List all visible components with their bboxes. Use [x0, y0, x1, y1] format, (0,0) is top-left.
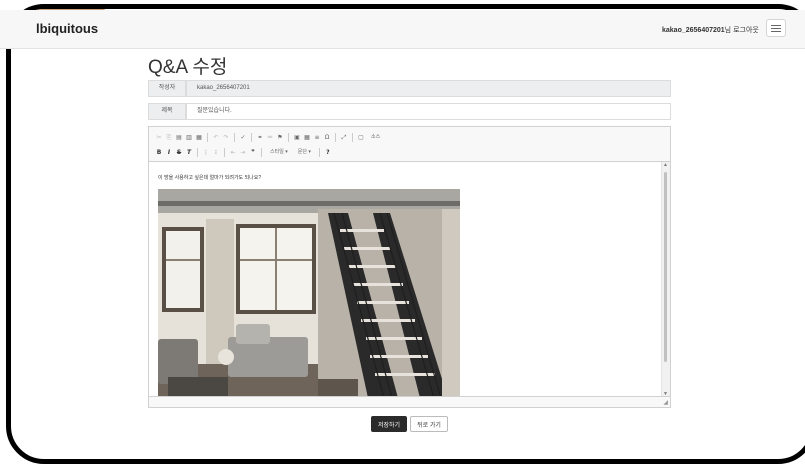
user-suffix: 님: [724, 27, 732, 34]
subject-row: 제목 질문있습니다.: [148, 103, 671, 120]
toolbar-separator: [197, 147, 198, 157]
style-dropdown[interactable]: 스타일 ▾: [266, 148, 292, 157]
toolbar-separator: [335, 132, 336, 142]
subject-input[interactable]: 질문있습니다.: [186, 103, 671, 120]
horizontal-line-icon[interactable]: ≡: [313, 133, 321, 142]
editor-toolbar: ✂ ⎘ ▤ ▥ ▦ ↶ ↷ ✓ ⚭ ⚮ ⚑ ▣ ▦ ≡ Ω ⤢ ▢ 소스 B I…: [149, 127, 670, 162]
numbered-list-icon[interactable]: ⋮: [202, 148, 210, 157]
spellcheck-icon[interactable]: ✓: [239, 133, 247, 142]
copy-icon[interactable]: ⎘: [165, 133, 173, 142]
bulleted-list-icon[interactable]: ⁝: [212, 148, 220, 157]
editor-status-bar: ◢: [149, 396, 670, 407]
hamburger-icon-line: [771, 28, 781, 29]
page-title: Q&A 수정: [148, 57, 228, 78]
author-label: 작성자: [148, 80, 186, 97]
rich-text-editor: ✂ ⎘ ▤ ▥ ▦ ↶ ↷ ✓ ⚭ ⚮ ⚑ ▣ ▦ ≡ Ω ⤢ ▢ 소스 B I…: [148, 126, 671, 408]
indent-icon[interactable]: ⇥: [239, 148, 247, 157]
remove-format-icon[interactable]: T: [185, 148, 193, 157]
logout-link[interactable]: 로그아웃: [733, 27, 759, 34]
toolbar-row-2: B I S T ⋮ ⁝ ⇤ ⇥ ❞ 스타일 ▾ 문단 ▾ ?: [155, 146, 332, 158]
outdent-icon[interactable]: ⇤: [229, 148, 237, 157]
editor-scrollbar[interactable]: ▲ ▼: [661, 162, 670, 397]
paste-word-icon[interactable]: ▦: [195, 133, 203, 142]
brand-logo[interactable]: lbiquitous: [36, 21, 98, 36]
source-icon[interactable]: ▢: [357, 133, 365, 142]
maximize-icon[interactable]: ⤢: [340, 133, 348, 142]
back-button[interactable]: 뒤로 가기: [410, 416, 448, 432]
paste-text-icon[interactable]: ▥: [185, 133, 193, 142]
toolbar-separator: [251, 132, 252, 142]
toolbar-separator: [318, 147, 320, 157]
loft-room-photo: [158, 189, 460, 398]
content-text: 이 방을 사용하고 싶은데 얼마가 되려가도 되나요?: [158, 175, 262, 181]
subject-label: 제목: [148, 103, 186, 120]
bold-icon[interactable]: B: [155, 148, 163, 157]
author-field: kakao_2656407201: [186, 80, 671, 97]
menu-toggle-button[interactable]: [766, 19, 786, 37]
toolbar-separator: [288, 132, 289, 142]
author-row: 작성자 kakao_2656407201: [148, 80, 671, 97]
italic-icon[interactable]: I: [165, 148, 173, 157]
chevron-down-icon: ▾: [285, 148, 288, 155]
source-button[interactable]: 소스: [367, 133, 384, 142]
toolbar-row-1: ✂ ⎘ ▤ ▥ ▦ ↶ ↷ ✓ ⚭ ⚮ ⚑ ▣ ▦ ≡ Ω ⤢ ▢ 소스: [155, 131, 384, 143]
user-info: kakao_2656407201님 로그아웃: [662, 25, 759, 35]
unlink-icon[interactable]: ⚮: [266, 133, 274, 142]
format-dropdown-label: 문단: [297, 148, 307, 155]
navbar: lbiquitous kakao_2656407201님 로그아웃: [0, 10, 805, 49]
redo-icon[interactable]: ↷: [222, 133, 230, 142]
paste-icon[interactable]: ▤: [175, 133, 183, 142]
editor-content[interactable]: 이 방을 사용하고 싶은데 얼마가 되려가도 되나요?: [149, 162, 663, 398]
resize-handle-icon[interactable]: ◢: [663, 399, 668, 406]
help-icon[interactable]: ?: [324, 148, 332, 157]
anchor-icon[interactable]: ⚑: [276, 133, 284, 142]
scrollbar-thumb[interactable]: [664, 172, 667, 362]
toolbar-separator: [261, 147, 262, 157]
table-icon[interactable]: ▦: [303, 133, 311, 142]
toolbar-separator: [207, 132, 208, 142]
scroll-up-icon[interactable]: ▲: [663, 162, 668, 168]
toolbar-separator: [234, 132, 235, 142]
save-button[interactable]: 저장하기: [371, 416, 407, 432]
username: kakao_2656407201: [662, 27, 725, 34]
style-dropdown-label: 스타일: [270, 148, 284, 155]
hamburger-icon-line: [771, 31, 781, 32]
blockquote-icon[interactable]: ❞: [249, 148, 257, 157]
cut-icon[interactable]: ✂: [155, 133, 163, 142]
image-icon[interactable]: ▣: [293, 133, 301, 142]
strikethrough-icon[interactable]: S: [175, 148, 183, 157]
format-dropdown[interactable]: 문단 ▾: [294, 148, 315, 157]
toolbar-separator: [352, 132, 353, 142]
hamburger-icon: [771, 25, 781, 26]
link-icon[interactable]: ⚭: [256, 133, 264, 142]
toolbar-separator: [224, 147, 225, 157]
special-char-icon[interactable]: Ω: [323, 133, 331, 142]
chevron-down-icon: ▾: [308, 148, 311, 155]
undo-icon[interactable]: ↶: [212, 133, 220, 142]
